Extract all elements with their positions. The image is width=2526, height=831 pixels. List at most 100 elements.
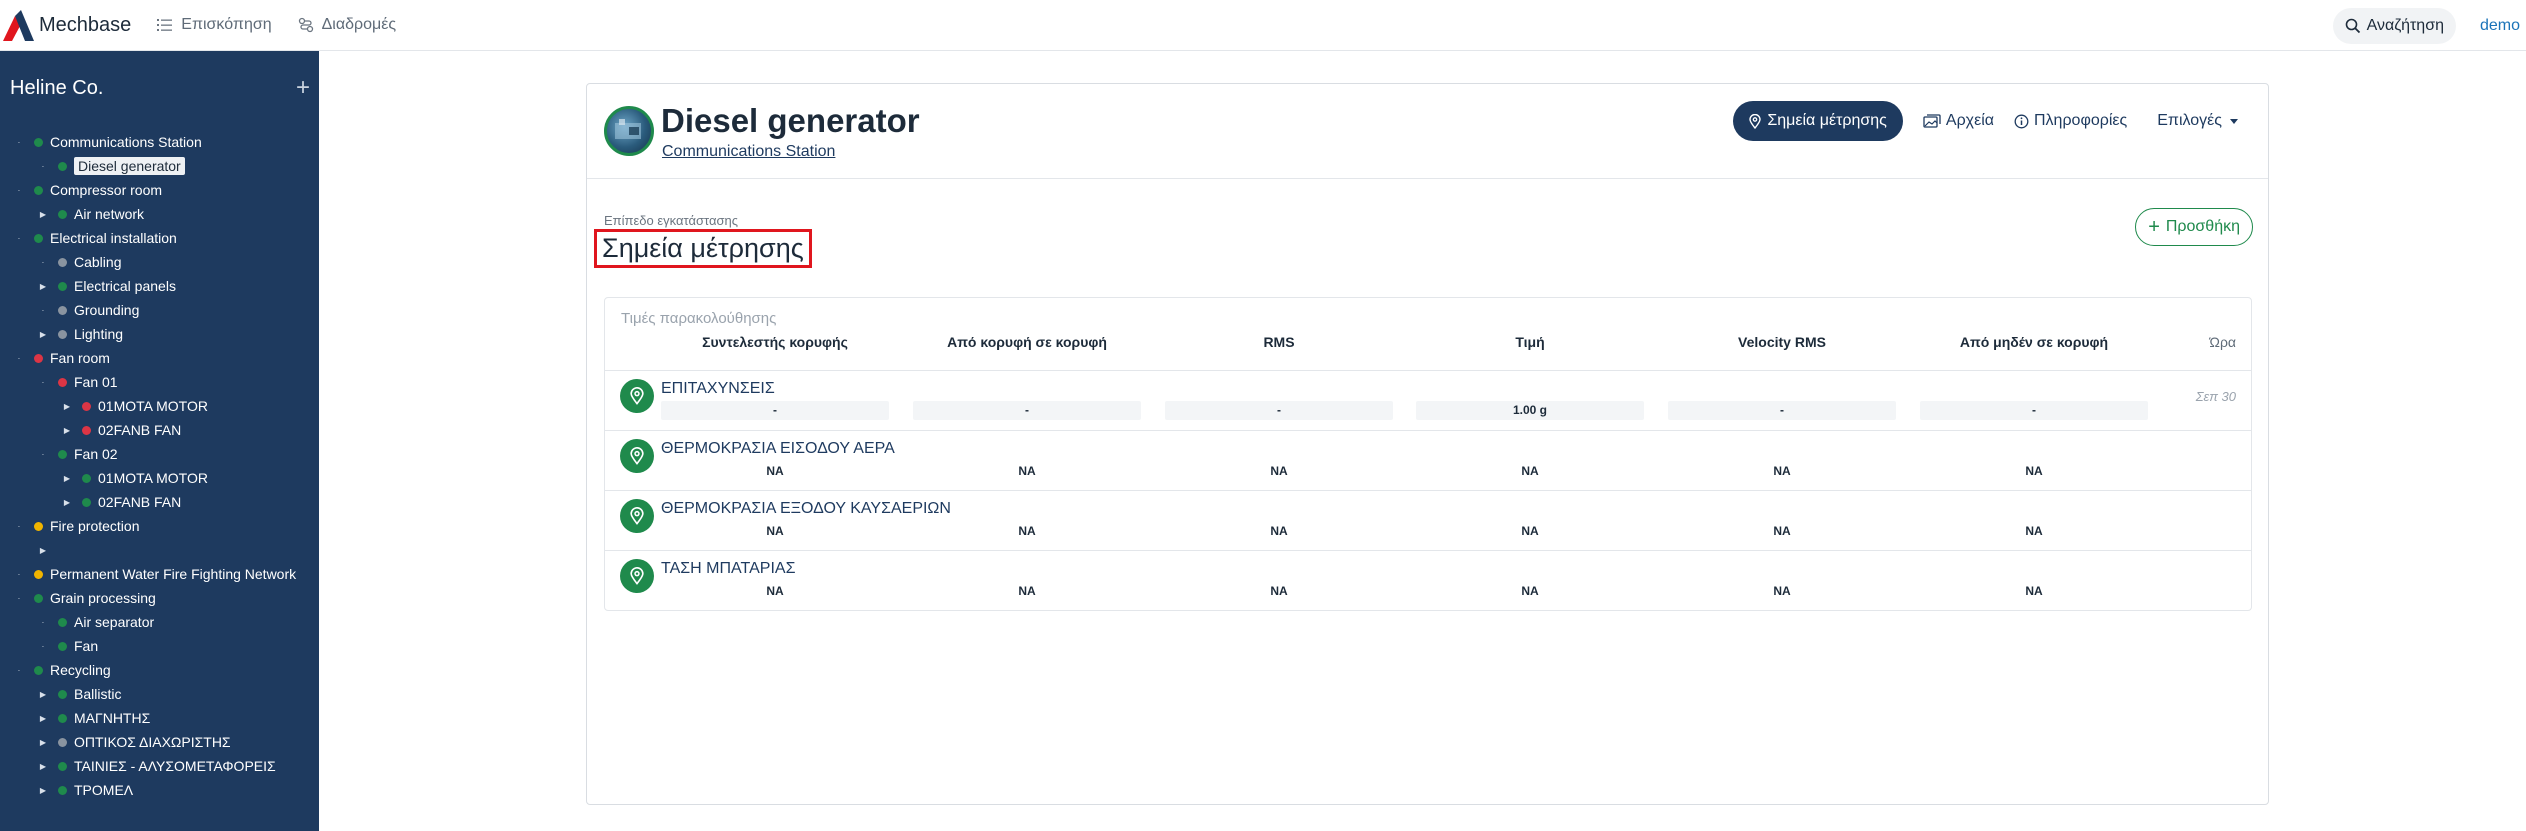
status-dot-icon [58,209,67,219]
chevron-right-icon[interactable]: ▶ [62,425,72,435]
location-pin-icon [1749,113,1762,129]
tree-item[interactable]: · Fire protection [14,515,140,537]
add-org-button[interactable]: + [296,76,310,100]
tree-item[interactable]: ▶ ΜΑΓΝΗΤΗΣ [38,707,150,729]
tree-item[interactable]: · Fan 01 [38,371,118,393]
nav-overview[interactable]: Επισκόπηση [157,16,272,34]
user-menu-link[interactable]: demo [2480,17,2520,35]
status-dot-icon [58,761,67,771]
nav-routes[interactable]: Διαδρομές [298,16,396,34]
tree-item[interactable]: ▶ ΟΠΤΙΚΟΣ ΔΙΑΧΩΡΙΣΤΗΣ [38,731,231,753]
tree-item-label: Fan 01 [74,374,118,390]
status-dot-icon [58,161,67,171]
measurement-point-name[interactable]: ΘΕΡΜΟΚΡΑΣΙΑ ΕΞΟΔΟΥ ΚΑΥΣΑΕΡΙΩΝ [661,500,951,518]
tree-item-label: Communications Station [50,134,202,150]
tree-item-label: Air separator [74,614,155,630]
tree-item[interactable]: · Fan room [14,347,110,369]
status-dot-icon [58,641,67,651]
asset-header: Diesel generator Communications Station … [587,84,2268,179]
measurement-point-name[interactable]: ΤΑΣΗ ΜΠΑΤΑΡΙΑΣ [661,560,795,578]
brand[interactable]: Mechbase [0,0,131,51]
measurement-point-row[interactable]: ΘΕΡΜΟΚΡΑΣΙΑ ΕΙΣΟΔΟΥ ΑΕΡΑ NA NA NA NA NA NA [605,430,2251,490]
options-dropdown[interactable]: Επιλογές [2157,112,2238,130]
chevron-right-icon[interactable]: ▶ [38,785,48,795]
location-pin-icon [620,439,654,473]
tree-branch-icon: · [17,185,21,195]
tree-item[interactable]: · Cabling [38,251,122,273]
tree-branch-icon: · [17,593,21,603]
tree-item[interactable]: · Grounding [38,299,140,321]
brand-name: Mechbase [39,13,132,36]
tree-branch-icon: · [17,665,21,675]
tree-item-label: Diesel generator [74,157,185,175]
tree-item[interactable]: · Communications Station [14,131,202,153]
tree-item[interactable]: ▶ Electrical panels [38,275,176,297]
measurement-point-row[interactable]: ΤΑΣΗ ΜΠΑΤΑΡΙΑΣ NA NA NA NA NA NA [605,550,2251,610]
search-button[interactable]: Αναζήτηση [2332,7,2456,44]
status-dot-icon [82,401,91,411]
chevron-right-icon[interactable]: ▶ [38,761,48,771]
measurement-point-row[interactable]: ΕΠΙΤΑΧΥΝΣΕΙΣ - - - 1.00 g - - Σεπ 30 [605,370,2251,430]
tree-item-label: Electrical installation [50,230,177,246]
tree-item-label: 01MOTA MOTOR [98,398,208,414]
tree-item[interactable]: · Diesel generator [38,155,185,177]
chevron-right-icon[interactable]: ▶ [38,209,48,219]
measurement-value: 1.00 g [1416,401,1644,420]
chevron-right-icon[interactable]: ▶ [62,401,72,411]
chevron-right-icon[interactable]: ▶ [38,737,48,747]
tree-item[interactable]: ▶ ΤΡΟΜΕΛ [38,779,133,801]
chevron-right-icon[interactable]: ▶ [38,713,48,723]
chevron-right-icon[interactable]: ▶ [38,545,48,555]
tab-info[interactable]: Πληροφορίες [2014,112,2127,130]
tree-item[interactable]: · Compressor room [14,179,162,201]
chevron-right-icon[interactable]: ▶ [38,281,48,291]
tab-measurement-points[interactable]: Σημεία μέτρησης [1733,101,1903,141]
status-dot-icon [58,737,67,747]
tree-item[interactable]: ▶ Lighting [38,323,123,345]
chevron-right-icon[interactable]: ▶ [38,689,48,699]
measurement-point-row[interactable]: ΘΕΡΜΟΚΡΑΣΙΑ ΕΞΟΔΟΥ ΚΑΥΣΑΕΡΙΩΝ NA NA NA NA NA N… [605,490,2251,550]
tab-files[interactable]: Αρχεία [1923,112,1994,130]
monitoring-caption: Τιμές παρακολούθησης [621,310,777,327]
tree-item[interactable]: ▶ 01MOTA MOTOR [62,467,208,489]
tree-item-label: Cabling [74,254,122,270]
tree-item[interactable]: · Electrical installation [14,227,177,249]
tree-item[interactable]: · Fan 02 [38,443,118,465]
tree-item[interactable]: ▶ Ballistic [38,683,122,705]
tree-item[interactable]: · Grain processing [14,587,156,609]
tree-item[interactable]: ▶ Air network [38,203,144,225]
tree-item[interactable]: · Recycling [14,659,111,681]
measurement-value: - [1165,401,1393,420]
asset-parent-link[interactable]: Communications Station [662,143,835,161]
tree-item[interactable]: · Fan [38,635,98,657]
nav-routes-label: Διαδρομές [321,16,397,33]
tree-item[interactable]: · Permanent Water Fire Fighting Network [14,563,296,585]
tree-item-label: Grounding [74,302,140,318]
tab-measurement-points-label: Σημεία μέτρησης [1767,112,1887,129]
tree-item[interactable]: ▶ [38,539,58,561]
measurement-point-name[interactable]: ΕΠΙΤΑΧΥΝΣΕΙΣ [661,380,775,398]
route-icon [298,17,313,33]
tree-item-label: Recycling [50,662,111,678]
tree-branch-icon: · [41,617,45,627]
tree-item[interactable]: ▶ ΤΑΙΝΙΕΣ - ΑΛΥΣΟΜΕΤΑΦΟΡΕΙΣ [38,755,276,777]
tree-item[interactable]: ▶ 02FANB FAN [62,419,181,441]
tree-item[interactable]: ▶ 01MOTA MOTOR [62,395,208,417]
chevron-right-icon[interactable]: ▶ [62,497,72,507]
status-dot-icon [34,569,43,579]
tab-files-label: Αρχεία [1945,112,1994,129]
measurement-value: NA [1018,584,1036,598]
add-measurement-point-button[interactable]: + Προσθήκη [2135,208,2253,246]
status-dot-icon [58,689,67,699]
plus-icon: + [2148,216,2160,238]
chevron-right-icon[interactable]: ▶ [38,329,48,339]
tree-item-label: ΤΡΟΜΕΛ [74,782,134,798]
time-column-header: Ώρα [2209,334,2236,350]
status-dot-icon [34,521,43,531]
measurement-point-name[interactable]: ΘΕΡΜΟΚΡΑΣΙΑ ΕΙΣΟΔΟΥ ΑΕΡΑ [661,440,895,458]
column-header: Τιμή [1515,334,1545,350]
tree-item-label: Compressor room [50,182,163,198]
tree-item[interactable]: · Air separator [38,611,155,633]
chevron-right-icon[interactable]: ▶ [62,473,72,483]
tree-item[interactable]: ▶ 02FANB FAN [62,491,181,513]
